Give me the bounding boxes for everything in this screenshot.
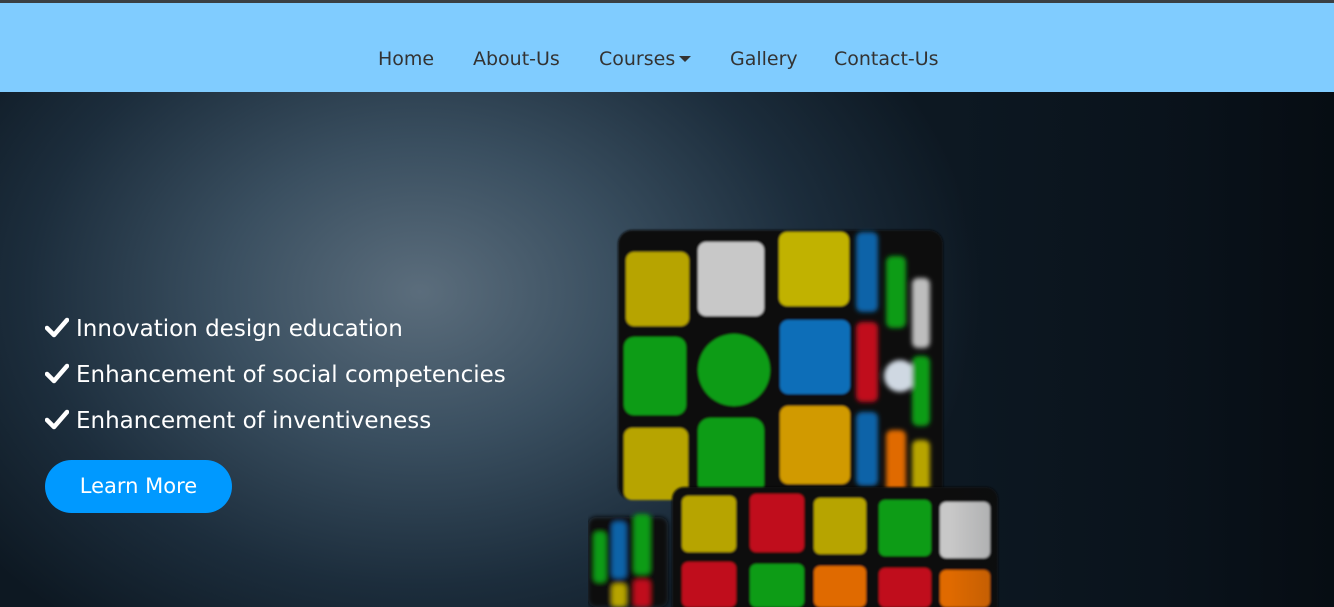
caret-down-icon	[679, 56, 692, 62]
check-icon	[45, 363, 69, 384]
feature-item: Enhancement of inventiveness	[45, 406, 431, 436]
nav-item-courses-label: Courses	[599, 48, 676, 70]
check-icon	[45, 409, 69, 430]
feature-label: Innovation design education	[76, 316, 403, 342]
nav-list: Home About-Us Courses Gallery Contact-Us	[0, 14, 1334, 103]
feature-label: Enhancement of social competencies	[76, 362, 506, 388]
feature-label: Enhancement of inventiveness	[76, 408, 432, 434]
learn-more-button[interactable]: Learn More	[45, 460, 232, 513]
hero-section: Innovation design education Enhancement …	[0, 92, 1334, 607]
feature-item: Enhancement of social competencies	[45, 360, 506, 390]
nav-item-courses[interactable]: Courses	[599, 46, 692, 72]
nav-item-gallery[interactable]: Gallery	[730, 46, 798, 72]
nav-item-home[interactable]: Home	[378, 46, 434, 72]
feature-item: Innovation design education	[45, 314, 403, 344]
navbar: Home About-Us Courses Gallery Contact-Us	[0, 3, 1334, 92]
check-icon	[45, 317, 69, 338]
nav-item-contact-us[interactable]: Contact-Us	[834, 46, 939, 72]
rubiks-cube-image	[588, 230, 998, 607]
hero-vignette	[950, 92, 1334, 607]
nav-item-about-us[interactable]: About-Us	[473, 46, 560, 72]
